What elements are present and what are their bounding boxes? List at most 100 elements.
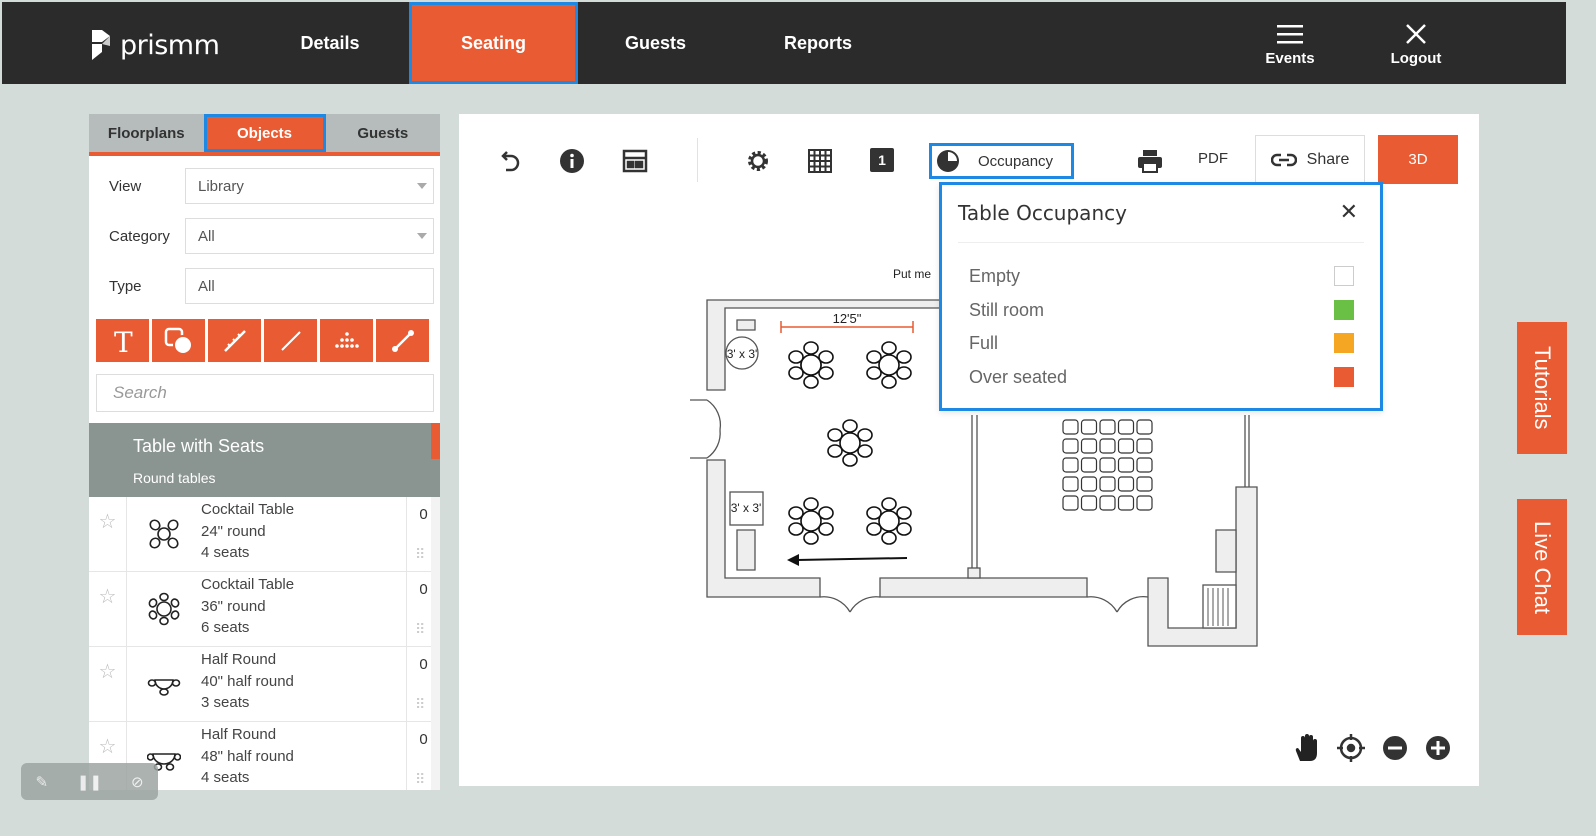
share-label: Share [1306, 150, 1350, 168]
star-icon[interactable]: ☆ [89, 572, 127, 646]
theater-chair [1062, 419, 1079, 435]
category-select[interactable]: All [185, 218, 434, 254]
theater-chair [1099, 495, 1116, 511]
type-select[interactable]: All [185, 268, 434, 304]
legend-swatch [1334, 300, 1354, 320]
star-icon[interactable]: ☆ [89, 497, 127, 571]
theater-chair [1117, 438, 1135, 454]
half-round-table-3-icon [127, 647, 201, 721]
theater-chair [1080, 457, 1098, 473]
text-icon: T [114, 328, 133, 354]
view-select[interactable]: Library [185, 168, 434, 204]
cocktail-table-6-icon [127, 572, 201, 646]
edit-icon[interactable]: ✎ [35, 773, 48, 791]
logout-button[interactable]: Logout [1376, 20, 1456, 67]
list-scrollbar[interactable] [431, 497, 440, 790]
legend-label: Still room [969, 299, 1045, 320]
theater-chair [1099, 419, 1116, 435]
drag-handle-icon[interactable]: ⠿ [415, 546, 425, 563]
occupancy-label: Occupancy [978, 152, 1054, 170]
section-subtitle: Round tables [133, 470, 216, 486]
zoom-in-icon[interactable] [1425, 735, 1451, 766]
recording-controls: ✎ ❚❚ ⊘ [21, 763, 158, 800]
table-number-button[interactable]: 1 [870, 148, 894, 172]
info-icon[interactable] [557, 146, 587, 176]
item-text: Cocktail Table 24" round 4 seats [201, 497, 406, 571]
tutorials-tab[interactable]: Tutorials [1517, 322, 1567, 454]
occupancy-icon [937, 150, 959, 172]
zoom-out-icon[interactable] [1382, 735, 1408, 766]
line-tool-button[interactable] [264, 319, 317, 362]
text-tool-button[interactable]: T [96, 319, 149, 362]
list-item[interactable]: ☆ Cocktail Table 24" round 4 seats 0 ⠿ [89, 497, 440, 572]
cocktail-table-4-icon [127, 497, 201, 571]
panel-tabs: Floorplans Objects Guests [89, 114, 440, 156]
tab-guests[interactable]: Guests [326, 114, 441, 152]
item-text: Cocktail Table 36" round 6 seats [201, 572, 406, 646]
nav-guests[interactable]: Guests [578, 2, 733, 84]
box-label: 3' x 3' [731, 501, 762, 515]
live-chat-tab[interactable]: Live Chat [1517, 499, 1567, 635]
round-table [827, 419, 873, 467]
item-count-value: 0 [419, 731, 428, 748]
nav-details[interactable]: Details [250, 2, 410, 84]
locate-icon[interactable] [1336, 733, 1366, 768]
tab-objects[interactable]: Objects [203, 114, 326, 152]
round-table [866, 497, 912, 545]
drag-handle-icon[interactable]: ⠿ [415, 621, 425, 638]
list-item[interactable]: ☆ Cocktail Table 36" round 6 seats 0 ⠿ [89, 572, 440, 647]
pdf-button[interactable]: PDF [1198, 150, 1228, 167]
close-icon [1376, 20, 1456, 48]
occupancy-button[interactable]: Occupancy [929, 143, 1074, 179]
measure-tool-button[interactable] [208, 319, 261, 362]
undo-icon[interactable] [494, 146, 524, 176]
logout-label: Logout [1390, 50, 1442, 67]
item-size: 40" half round [201, 672, 294, 690]
round-table [788, 341, 834, 389]
type-filter-row: Type All [89, 261, 440, 311]
drag-handle-icon[interactable]: ⠿ [415, 696, 425, 713]
gear-icon[interactable] [743, 146, 773, 176]
theater-chair [1062, 495, 1079, 511]
item-text: Half Round 40" half round 3 seats [201, 647, 406, 721]
star-icon[interactable]: ☆ [89, 647, 127, 721]
events-label: Events [1265, 50, 1315, 67]
chevron-down-icon [417, 233, 427, 239]
view-filter-row: View Library [89, 161, 440, 211]
seating-rows-tool-button[interactable] [320, 319, 373, 362]
category-select-value: All [198, 227, 215, 245]
theater-chair [1136, 438, 1153, 454]
hide-icon[interactable]: ⊘ [131, 773, 144, 791]
item-name: Half Round [201, 726, 277, 743]
item-seats: 4 seats [201, 769, 250, 786]
close-icon[interactable]: ✕ [1340, 199, 1358, 225]
nav-seating[interactable]: Seating [409, 2, 578, 84]
layout-icon[interactable] [620, 146, 650, 176]
theater-chair [1117, 457, 1135, 473]
wall-tool-button[interactable] [376, 319, 429, 362]
pan-hand-icon[interactable] [1292, 733, 1320, 768]
grid-icon[interactable] [805, 146, 835, 176]
shape-icon [164, 327, 193, 355]
shape-tool-button[interactable] [152, 319, 205, 362]
view-3d-button[interactable]: 3D [1378, 135, 1458, 184]
svg-text:T: T [114, 328, 133, 354]
share-button[interactable]: Share [1255, 135, 1365, 184]
drag-handle-icon[interactable]: ⠿ [415, 771, 425, 788]
print-icon[interactable] [1135, 146, 1165, 176]
list-item[interactable]: ☆ Half Round 40" half round 3 seats 0 ⠿ [89, 647, 440, 722]
events-button[interactable]: Events [1250, 20, 1330, 67]
nav-reports[interactable]: Reports [733, 2, 903, 84]
item-seats: 4 seats [201, 544, 250, 561]
prismm-logo[interactable]: prismm [90, 28, 220, 62]
legend-swatch [1334, 333, 1354, 353]
legend-item-empty: Empty [969, 264, 1354, 288]
library-section-header[interactable]: Table with Seats Round tables [89, 423, 440, 497]
theater-chair [1080, 476, 1098, 492]
item-name: Half Round [201, 651, 277, 668]
pause-icon[interactable]: ❚❚ [77, 773, 102, 791]
search-input[interactable]: Search [96, 374, 434, 412]
tab-floorplans[interactable]: Floorplans [89, 114, 204, 152]
menu-icon [1250, 20, 1330, 48]
theater-chair [1099, 438, 1116, 454]
